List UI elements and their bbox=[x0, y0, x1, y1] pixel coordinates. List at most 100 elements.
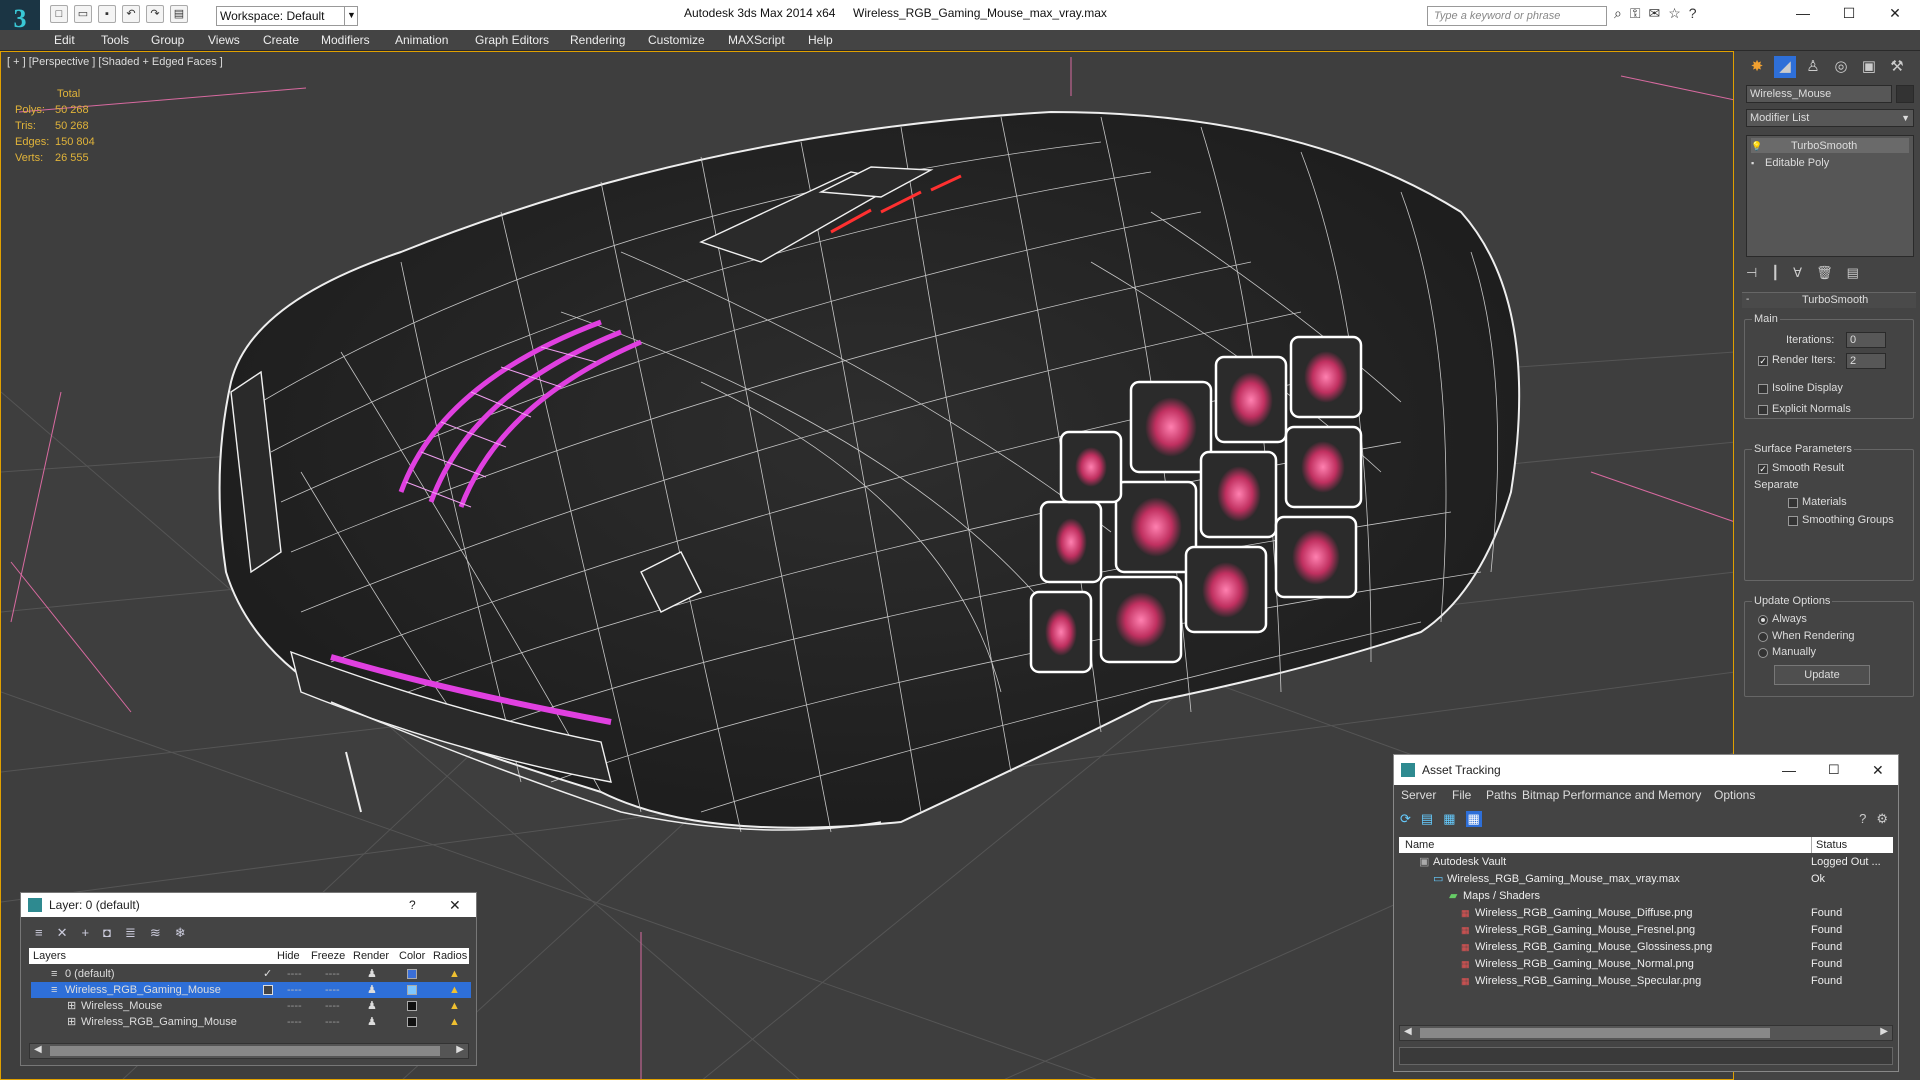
star-icon[interactable]: ☆ bbox=[1668, 5, 1681, 22]
object-name-field[interactable] bbox=[1746, 85, 1892, 103]
rollout-header[interactable]: - TurboSmooth bbox=[1742, 292, 1916, 308]
layer-row[interactable]: ⊞ Wireless_Mouse ---- ---- ♟ ▲ bbox=[31, 998, 471, 1014]
freeze-toggle[interactable]: ---- bbox=[325, 982, 340, 998]
delete-layer-icon[interactable]: ✕ bbox=[57, 925, 68, 941]
hide-toggle[interactable]: ---- bbox=[287, 982, 302, 998]
asset-row[interactable]: ▰ Maps / Shaders bbox=[1399, 888, 1889, 905]
lightbulb-icon[interactable]: 💡 bbox=[1751, 141, 1762, 151]
menu-tools[interactable]: Tools bbox=[101, 33, 129, 47]
radiosity-icon[interactable]: ▲ bbox=[449, 1014, 460, 1030]
asset-row[interactable]: ▦ Wireless_RGB_Gaming_Mouse_Specular.png F… bbox=[1399, 973, 1889, 990]
create-tab-icon[interactable]: ✸ bbox=[1746, 56, 1768, 78]
layer-color-swatch[interactable] bbox=[407, 969, 417, 979]
viewport-label[interactable]: [ + ] [Perspective ] [Shaded + Edged Fac… bbox=[7, 56, 223, 68]
binoculars-icon[interactable]: ⌕ bbox=[1614, 5, 1622, 22]
menu-graph-editors[interactable]: Graph Editors bbox=[475, 33, 549, 47]
hide-toggle[interactable]: ---- bbox=[287, 1014, 302, 1030]
close-icon[interactable]: ✕ bbox=[1872, 755, 1884, 785]
menu-views[interactable]: Views bbox=[208, 33, 240, 47]
table-view-icon[interactable]: ▦ bbox=[1465, 811, 1482, 827]
redo-icon[interactable]: ↷ bbox=[146, 5, 164, 23]
render-teapot-icon[interactable]: ♟ bbox=[367, 966, 377, 982]
active-layer-checkbox[interactable] bbox=[263, 985, 273, 995]
menu-create[interactable]: Create bbox=[263, 33, 299, 47]
layer-color-swatch[interactable] bbox=[407, 1017, 417, 1027]
minimize-icon[interactable]: — bbox=[1782, 755, 1796, 785]
modifier-list-dropdown[interactable]: Modifier List ▼ bbox=[1746, 109, 1914, 127]
materials-checkbox[interactable] bbox=[1788, 498, 1798, 508]
menu-maxscript[interactable]: MAXScript bbox=[728, 33, 785, 47]
open-file-icon[interactable]: ▭ bbox=[74, 5, 92, 23]
lightbulb-icon[interactable]: ▪ bbox=[1751, 158, 1754, 168]
menu-customize[interactable]: Customize bbox=[648, 33, 705, 47]
motion-tab-icon[interactable]: ◎ bbox=[1830, 56, 1852, 78]
horizontal-scrollbar[interactable]: ◀ ▶ bbox=[29, 1043, 469, 1059]
smoothing-groups-checkbox[interactable] bbox=[1788, 516, 1798, 526]
object-color-swatch[interactable] bbox=[1896, 85, 1914, 103]
menu-group[interactable]: Group bbox=[151, 33, 184, 47]
asset-row[interactable]: ▦ Wireless_RGB_Gaming_Mouse_Normal.png Fou… bbox=[1399, 956, 1889, 973]
asset-menu-bitmap[interactable]: Bitmap Performance and Memory bbox=[1522, 788, 1701, 802]
when-rendering-radio[interactable] bbox=[1758, 632, 1768, 642]
update-button[interactable]: Update bbox=[1774, 665, 1870, 685]
communication-icon[interactable]: ✉ bbox=[1649, 5, 1661, 22]
menu-rendering[interactable]: Rendering bbox=[570, 33, 625, 47]
asset-menu-paths[interactable]: Paths bbox=[1486, 788, 1517, 802]
stack-item-editable-poly[interactable]: ▪ Editable Poly bbox=[1751, 155, 1909, 170]
scroll-right-icon[interactable]: ▶ bbox=[1880, 1026, 1888, 1037]
search-input[interactable] bbox=[1427, 6, 1607, 26]
asset-path-field[interactable] bbox=[1399, 1047, 1893, 1065]
hide-all-icon[interactable]: ≋ bbox=[150, 925, 161, 941]
asset-row[interactable]: ▦ Wireless_RGB_Gaming_Mouse_Glossiness.pn… bbox=[1399, 939, 1889, 956]
help-icon[interactable]: ? bbox=[1859, 811, 1866, 827]
menu-edit[interactable]: Edit bbox=[54, 33, 75, 47]
col-name[interactable]: Name bbox=[1405, 837, 1434, 853]
hide-toggle[interactable]: ---- bbox=[287, 998, 302, 1014]
manually-radio[interactable] bbox=[1758, 648, 1768, 658]
maximize-icon[interactable]: ☐ bbox=[1828, 755, 1840, 785]
pin-stack-icon[interactable]: ⊣ bbox=[1746, 265, 1757, 281]
select-objects-icon[interactable]: ◘ bbox=[103, 925, 111, 941]
freeze-toggle[interactable]: ---- bbox=[325, 1014, 340, 1030]
help-icon[interactable]: ? bbox=[1689, 5, 1697, 22]
new-file-icon[interactable]: □ bbox=[50, 5, 68, 23]
hide-toggle[interactable]: ---- bbox=[287, 966, 302, 982]
layer-window-titlebar[interactable]: Layer: 0 (default) ? ✕ bbox=[21, 893, 476, 917]
help-icon[interactable]: ? bbox=[409, 893, 416, 917]
col-layers[interactable]: Layers bbox=[33, 948, 66, 964]
render-teapot-icon[interactable]: ♟ bbox=[367, 998, 377, 1014]
highlight-layer-icon[interactable]: ≣ bbox=[125, 925, 136, 941]
scrollbar-thumb[interactable] bbox=[50, 1046, 440, 1056]
asset-menu-server[interactable]: Server bbox=[1401, 788, 1436, 802]
chevron-down-icon[interactable]: ▼ bbox=[344, 6, 358, 26]
col-status[interactable]: Status bbox=[1811, 837, 1847, 853]
project-folder-icon[interactable]: ▤ bbox=[170, 5, 188, 23]
freeze-all-icon[interactable]: ❄ bbox=[175, 925, 186, 941]
render-iters-spinner[interactable] bbox=[1846, 353, 1886, 369]
thumbnail-view-icon[interactable]: ▦ bbox=[1443, 811, 1455, 827]
layer-row[interactable]: ⊞ Wireless_RGB_Gaming_Mouse ---- ---- ♟ … bbox=[31, 1014, 471, 1030]
render-teapot-icon[interactable]: ♟ bbox=[367, 982, 377, 998]
configure-sets-icon[interactable]: ▤ bbox=[1847, 265, 1859, 281]
save-icon[interactable]: ▪ bbox=[98, 5, 116, 23]
radiosity-icon[interactable]: ▲ bbox=[449, 982, 460, 998]
undo-icon[interactable]: ↶ bbox=[122, 5, 140, 23]
utilities-tab-icon[interactable]: ⚒ bbox=[1886, 56, 1908, 78]
asset-window-titlebar[interactable]: Asset Tracking — ☐ ✕ bbox=[1394, 755, 1898, 785]
show-end-result-icon[interactable]: ┃ bbox=[1771, 265, 1779, 281]
render-teapot-icon[interactable]: ♟ bbox=[367, 1014, 377, 1030]
minimize-icon[interactable]: — bbox=[1780, 0, 1826, 26]
scroll-left-icon[interactable]: ◀ bbox=[1404, 1026, 1412, 1037]
freeze-toggle[interactable]: ---- bbox=[325, 998, 340, 1014]
active-layer-checkmark-icon[interactable]: ✓ bbox=[263, 966, 272, 982]
col-color[interactable]: Color bbox=[399, 948, 425, 964]
list-view-icon[interactable]: ▤ bbox=[1421, 811, 1433, 827]
layer-color-swatch[interactable] bbox=[407, 1001, 417, 1011]
col-radios[interactable]: Radios bbox=[433, 948, 467, 964]
layer-color-swatch[interactable] bbox=[407, 985, 417, 995]
add-to-layer-icon[interactable]: + bbox=[82, 925, 90, 941]
menu-animation[interactable]: Animation bbox=[395, 33, 448, 47]
scroll-left-icon[interactable]: ◀ bbox=[34, 1044, 42, 1055]
col-hide[interactable]: Hide bbox=[277, 948, 300, 964]
menu-help[interactable]: Help bbox=[808, 33, 833, 47]
